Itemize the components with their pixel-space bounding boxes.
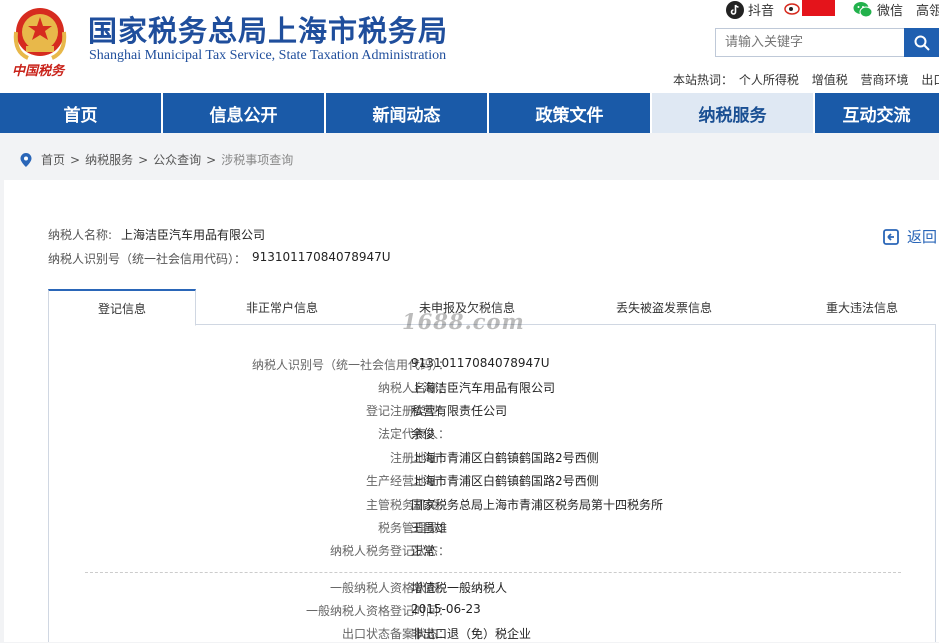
nav-home[interactable]: 首页 [0,93,163,133]
registration-info: 纳税人识别号（统一社会信用代码）： 91310117084078947U 纳税人名… [48,325,936,642]
nav-tax-service[interactable]: 纳税服务 [652,93,815,133]
hot-word-export-refund[interactable]: 出口退 [921,73,939,87]
info-row: 纳税人税务登记状态： 正常 [49,542,937,560]
search-input[interactable] [715,28,904,57]
breadcrumb-home[interactable]: 首页 [41,151,65,168]
weibo-link[interactable] [784,0,836,16]
tab-lost-invoices[interactable]: 丢失被盗发票信息 [590,289,738,325]
info-value: 上海市青浦区白鹤镇鹤国路2号西侧 [411,451,599,465]
tab-major-violations[interactable]: 重大违法信息 [788,289,936,325]
info-value: 国家税务总局上海市青浦区税务局第十四税务所 [411,498,664,512]
info-row: 税务管理员： 王昌雄 [49,519,937,537]
breadcrumb-tax-service[interactable]: 纳税服务 [85,151,133,168]
taxpayer-id: 91310117084078947U [252,250,391,264]
douyin-label: 抖音 [748,4,775,19]
breadcrumb-separator: > [70,152,81,167]
breadcrumb: 首页 > 纳税服务 > 公众查询 > 涉税事项查询 [20,151,293,168]
weixin-link[interactable]: 微信 [853,0,903,19]
wechat-icon [853,2,873,18]
back-icon [883,228,899,245]
info-value: 私营有限责任公司 [411,404,508,418]
info-value: 余俊 [411,427,436,441]
taxpayer-name-label: 纳税人名称: [48,228,113,242]
site-title-en: Shanghai Municipal Tax Service, State Ta… [89,48,447,63]
back-button[interactable]: 返回 [883,226,937,247]
site-header: 中国税务 国家税务总局上海市税务局 Shanghai Municipal Tax… [0,0,939,93]
info-row: 一般纳税人资格状态： 增值税一般纳税人 [49,579,937,597]
search-box [715,28,939,57]
info-value: 上海市青浦区白鹤镇鹤国路2号西侧 [411,474,599,488]
section-divider [85,572,901,573]
breadcrumb-separator: > [138,152,149,167]
main-nav: 首页 信息公开 新闻动态 政策文件 纳税服务 互动交流 [0,93,939,133]
info-row: 主管税务机关： 国家税务总局上海市青浦区税务局第十四税务所 [49,496,937,514]
nav-interaction[interactable]: 互动交流 [815,93,938,133]
hot-words-label: 本站热词： [673,73,734,87]
search-icon [914,35,930,51]
hot-word-income-tax[interactable]: 个人所得税 [739,73,799,87]
info-row: 出口状态备案状态： 非出口退（免）税企业 [49,625,937,643]
emblem-caption: 中国税务 [12,64,65,79]
info-value: 2015-06-23 [411,602,481,616]
info-value: 91310117084078947U [411,356,550,370]
nav-info-disclosure[interactable]: 信息公开 [163,93,326,133]
nav-news[interactable]: 新闻动态 [326,93,489,133]
info-value: 上海洁臣汽车用品有限公司 [411,381,556,395]
more-label: 高瓴 [916,4,939,19]
info-value: 王昌雄 [411,521,448,535]
back-label: 返回 [907,228,938,246]
taxpayer-id-label: 纳税人识别号（统一社会信用代码）： [48,252,247,266]
tab-abnormal[interactable]: 非正常户信息 [208,289,356,325]
weibo-icon [784,0,835,16]
info-row: 生产经营地址： 上海市青浦区白鹤镇鹤国路2号西侧 [49,472,937,490]
location-pin-icon [20,152,32,167]
info-row: 登记注册类型： 私营有限责任公司 [49,402,937,420]
tab-registration[interactable]: 登记信息 [48,289,196,326]
info-value: 非出口退（免）税企业 [411,627,532,641]
douyin-icon [726,0,744,19]
taxpayer-name: 上海洁臣汽车用品有限公司 [121,228,266,242]
info-row: 纳税人名称： 上海洁臣汽车用品有限公司 [49,379,937,397]
search-button[interactable] [904,28,939,57]
info-row: 纳税人识别号（统一社会信用代码）： 91310117084078947U [49,356,937,374]
info-value: 正常 [411,544,436,558]
hot-word-vat[interactable]: 增值税 [812,73,848,87]
hot-word-business-env[interactable]: 营商环境 [861,73,909,87]
breadcrumb-separator: > [206,152,217,167]
more-link[interactable]: 高瓴 [916,0,939,19]
breadcrumb-current: 涉税事项查询 [221,153,294,167]
info-row: 一般纳税人资格登记时间： 2015-06-23 [49,602,937,620]
site-title-cn[interactable]: 国家税务总局上海市税务局 [88,8,448,50]
nav-policy[interactable]: 政策文件 [489,93,652,133]
info-value: 增值税一般纳税人 [411,581,508,595]
breadcrumb-public-query[interactable]: 公众查询 [153,151,201,168]
douyin-link[interactable]: 抖音 [726,0,774,19]
info-row: 注册地址： 上海市青浦区白鹤镇鹤国路2号西侧 [49,449,937,467]
info-row: 法定代表人： 余俊 [49,425,937,443]
weixin-label: 微信 [877,4,904,19]
hot-words: 本站热词： 个人所得税 增值税 营商环境 出口退 [673,71,939,88]
